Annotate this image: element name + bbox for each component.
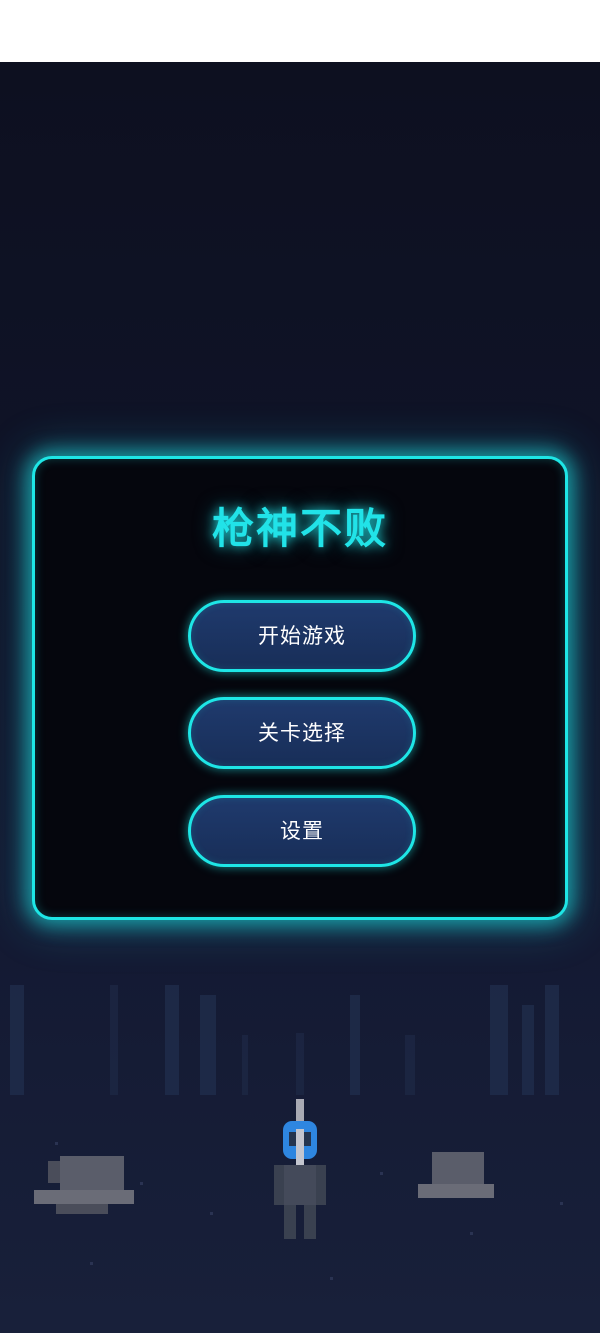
game-title: 枪神不败 [211,504,388,553]
start-game-button[interactable]: 开始游戏 [188,600,416,672]
particle [90,1262,93,1265]
player-leg-right [304,1205,316,1239]
skyline-bar [522,1005,534,1095]
particle [330,1277,333,1280]
skyline-bar [296,1033,304,1095]
left-rock [34,1190,134,1204]
player-character [270,1099,330,1249]
gun-body [296,1129,304,1165]
particle [210,1212,213,1215]
particle [470,1232,473,1235]
right-rock [418,1184,494,1198]
background-skyline [0,980,600,1095]
particle [55,1142,58,1145]
particle [140,1182,143,1185]
main-menu-panel: 枪神不败 开始游戏 关卡选择 设置 [32,456,568,920]
skyline-bar [200,995,216,1095]
skyline-bar [490,985,508,1095]
player-torso [284,1165,316,1205]
status-bar-area [0,0,600,62]
skyline-bar [405,1035,415,1095]
skyline-bar [350,995,360,1095]
settings-button[interactable]: 设置 [188,795,416,867]
skyline-bar [10,985,24,1095]
skyline-bar [165,985,179,1095]
skyline-bar [545,985,559,1095]
skyline-bar [242,1035,248,1095]
left-rock [60,1156,124,1190]
level-select-button[interactable]: 关卡选择 [188,697,416,769]
particle [380,1172,383,1175]
particle [560,1202,563,1205]
player-leg-left [284,1205,296,1239]
left-rock [56,1204,108,1214]
skyline-bar [110,985,118,1095]
